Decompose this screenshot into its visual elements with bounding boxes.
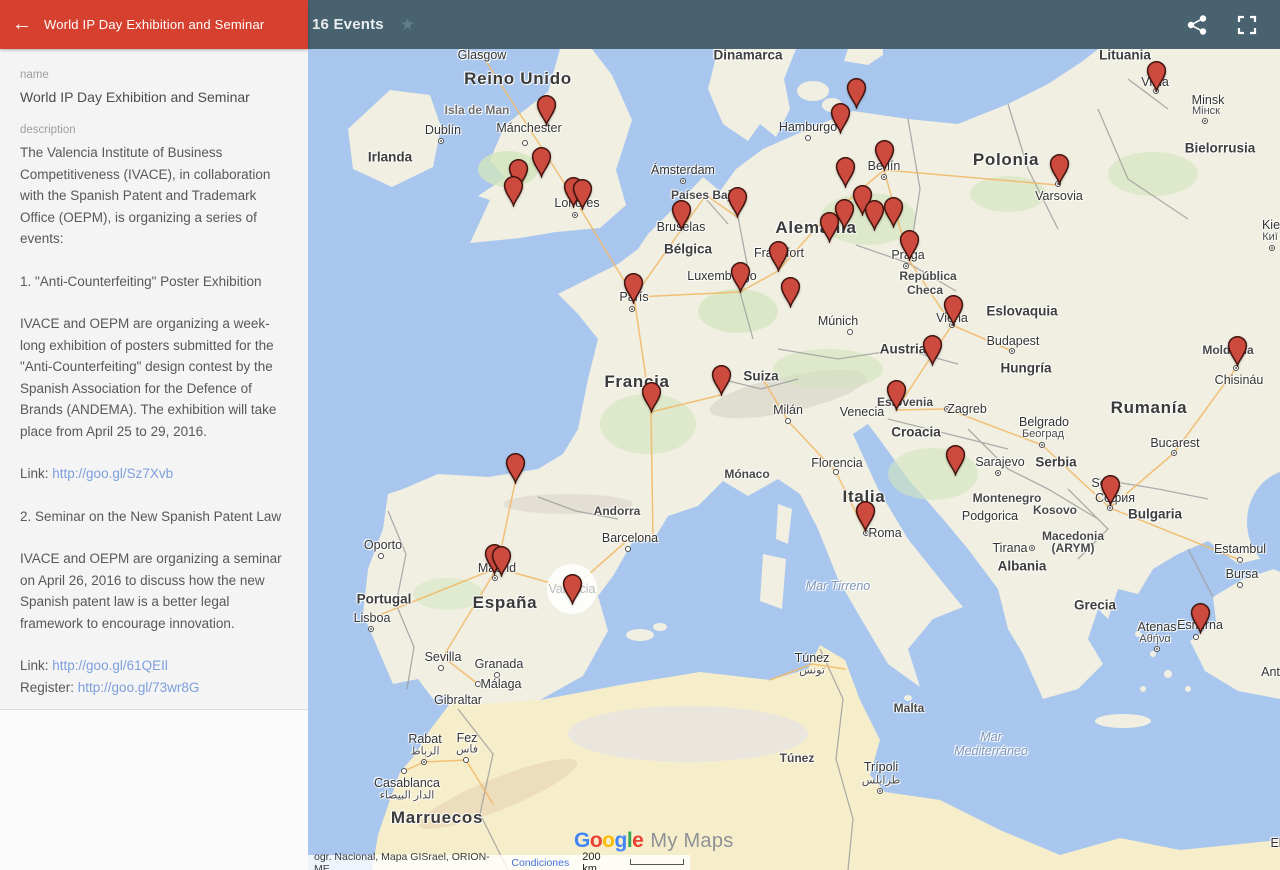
description-paragraph: IVACE and OEPM are organizing a week-lon… xyxy=(20,313,282,442)
map-marker[interactable] xyxy=(885,378,908,411)
map-marker[interactable] xyxy=(535,93,558,126)
capital-dot xyxy=(421,759,427,765)
map-marker[interactable] xyxy=(829,101,852,134)
capital-dot xyxy=(881,174,887,180)
map-marker[interactable] xyxy=(530,145,553,178)
map-markers xyxy=(308,49,1280,870)
description-paragraph: 2. Seminar on the New Spanish Patent Law xyxy=(20,506,282,528)
description-paragraph: Register: http://goo.gl/73wr8G xyxy=(20,677,282,699)
town-dot xyxy=(1193,634,1199,640)
name-field-label: name xyxy=(20,69,282,81)
description-field-label: description xyxy=(20,124,282,136)
map-marker[interactable] xyxy=(622,271,645,304)
attribution-bar: ogr. Nacional, Mapa GISrael, ORION-ME Co… xyxy=(308,855,690,870)
scale-label: 200 km xyxy=(582,851,617,870)
map-marker[interactable] xyxy=(942,293,965,326)
description-paragraph: The Valencia Institute of Business Compe… xyxy=(20,142,282,250)
town-dot xyxy=(522,140,528,146)
map-marker[interactable] xyxy=(1048,152,1071,185)
map-marker[interactable] xyxy=(882,195,905,228)
map-marker[interactable] xyxy=(1099,473,1122,506)
capital-dot xyxy=(1171,450,1177,456)
capital-dot xyxy=(944,406,950,412)
description-paragraph: IVACE and OEPM are organizing a seminar … xyxy=(20,548,282,634)
town-dot xyxy=(625,546,631,552)
star-icon[interactable]: ★ xyxy=(400,16,415,33)
capital-dot xyxy=(877,788,883,794)
map-marker[interactable] xyxy=(898,228,921,261)
link-prefix: Register: xyxy=(20,680,78,695)
app-window: 16 Events ★ ← World IP Day Exhibition an… xyxy=(0,0,1280,870)
panel-link[interactable]: http://goo.gl/Sz7Xvb xyxy=(52,466,173,481)
map-marker[interactable] xyxy=(779,275,802,308)
detail-content: name World IP Day Exhibition and Seminar… xyxy=(0,49,308,710)
capital-dot xyxy=(572,212,578,218)
capital-dot xyxy=(903,263,909,269)
map-viewport[interactable]: GlasgowReino UnidoIsla de ManDublínIrlan… xyxy=(308,49,1280,870)
detail-header-title: World IP Day Exhibition and Seminar xyxy=(44,17,264,32)
description-paragraphs: The Valencia Institute of Business Compe… xyxy=(20,142,282,698)
town-dot xyxy=(785,418,791,424)
terms-link[interactable]: Condiciones xyxy=(511,857,569,869)
capital-dot xyxy=(1039,442,1045,448)
town-dot xyxy=(401,768,407,774)
map-title: 16 Events xyxy=(312,16,384,33)
map-marker[interactable] xyxy=(710,363,733,396)
town-dot xyxy=(475,681,481,687)
capital-dot xyxy=(1009,348,1015,354)
map-marker[interactable] xyxy=(640,380,663,413)
name-field-value: World IP Day Exhibition and Seminar xyxy=(20,87,282,108)
share-icon[interactable] xyxy=(1185,13,1209,37)
fullscreen-icon[interactable] xyxy=(1235,13,1259,37)
capital-dot xyxy=(1154,646,1160,652)
description-paragraph: Link: http://goo.gl/61QEIl xyxy=(20,655,282,677)
town-dot xyxy=(494,672,500,678)
map-marker[interactable] xyxy=(571,177,594,210)
capital-dot xyxy=(1202,118,1208,124)
map-marker[interactable] xyxy=(1145,59,1168,92)
capital-dot xyxy=(680,178,686,184)
map-marker[interactable] xyxy=(921,333,944,366)
town-dot xyxy=(463,757,469,763)
detail-header: ← World IP Day Exhibition and Seminar xyxy=(0,0,308,49)
link-prefix: Link: xyxy=(20,466,52,481)
capital-dot xyxy=(368,626,374,632)
town-dot xyxy=(378,553,384,559)
map-marker-selected[interactable] xyxy=(561,572,584,605)
town-dot xyxy=(847,329,853,335)
map-marker[interactable] xyxy=(854,499,877,532)
map-marker[interactable] xyxy=(729,260,752,293)
map-marker[interactable] xyxy=(726,185,749,218)
capital-dot xyxy=(1011,513,1017,519)
capital-dot xyxy=(1269,245,1275,251)
capital-dot xyxy=(995,470,1001,476)
map-marker[interactable] xyxy=(1189,601,1212,634)
map-marker[interactable] xyxy=(944,443,967,476)
description-paragraph: 1. "Anti-Counterfeiting" Poster Exhibiti… xyxy=(20,271,282,293)
town-dot xyxy=(833,469,839,475)
back-arrow-icon[interactable]: ← xyxy=(0,13,44,36)
town-dot xyxy=(1237,582,1243,588)
map-marker[interactable] xyxy=(504,451,527,484)
town-dot xyxy=(805,135,811,141)
map-marker[interactable] xyxy=(490,544,513,577)
description-paragraph: Link: http://goo.gl/Sz7Xvb xyxy=(20,463,282,485)
map-marker[interactable] xyxy=(1226,334,1249,367)
map-marker[interactable] xyxy=(767,239,790,272)
capital-dot xyxy=(438,138,444,144)
link-prefix: Link: xyxy=(20,658,52,673)
panel-link[interactable]: http://goo.gl/61QEIl xyxy=(52,658,168,673)
map-marker[interactable] xyxy=(873,138,896,171)
town-dot xyxy=(1237,557,1243,563)
town-dot xyxy=(438,665,444,671)
attribution-text: ogr. Nacional, Mapa GISrael, ORION-ME xyxy=(314,851,498,870)
map-marker[interactable] xyxy=(670,198,693,231)
scale-bar xyxy=(630,859,684,865)
map-marker[interactable] xyxy=(818,210,841,243)
detail-sidebar: name World IP Day Exhibition and Seminar… xyxy=(0,49,308,870)
capital-dot xyxy=(1029,545,1035,551)
map-marker[interactable] xyxy=(502,174,525,207)
panel-link[interactable]: http://goo.gl/73wr8G xyxy=(78,680,200,695)
capital-dot xyxy=(629,306,635,312)
